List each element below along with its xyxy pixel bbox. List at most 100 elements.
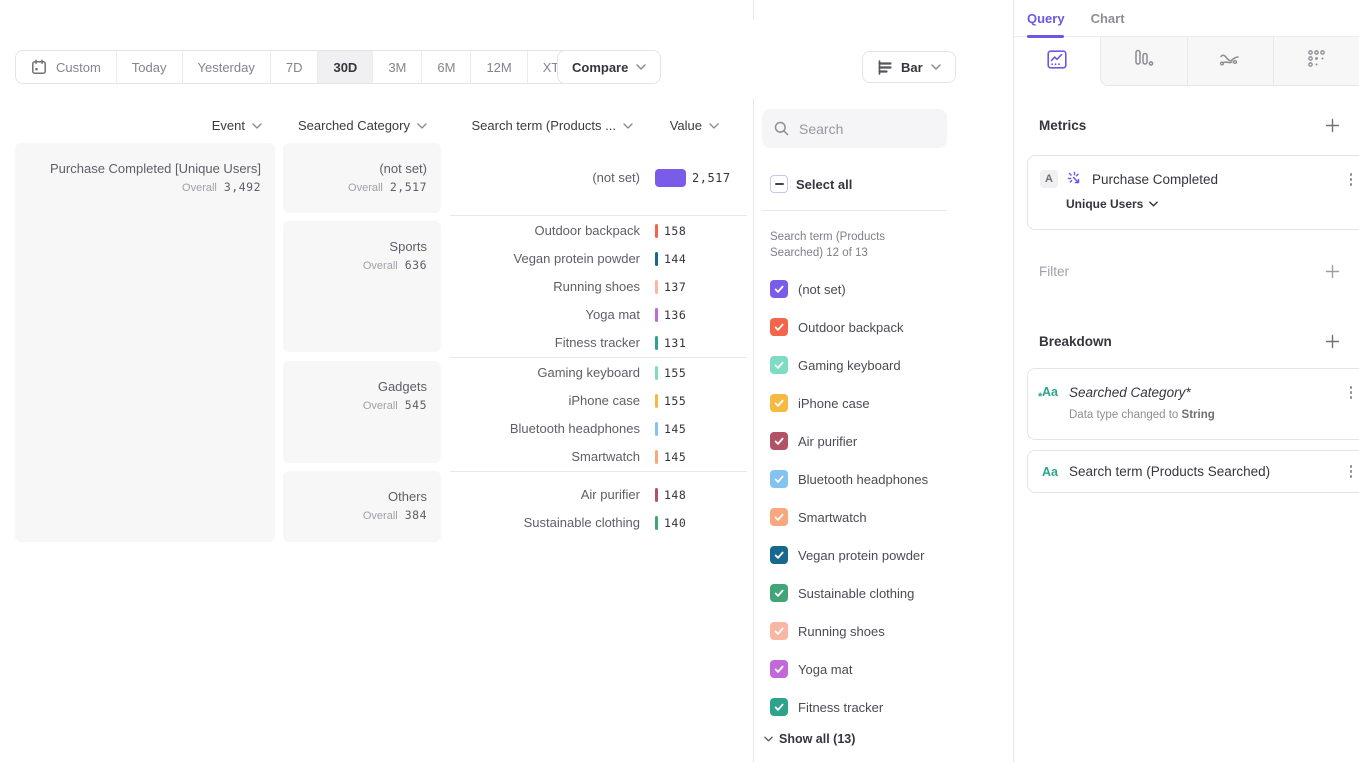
term-row--not-set-[interactable]: (not set)2,517	[450, 164, 747, 192]
tab-chart[interactable]: Chart	[1091, 11, 1125, 26]
legend-checkbox[interactable]	[770, 698, 788, 716]
legend-item-vegan-protein-powder[interactable]: Vegan protein powder	[770, 536, 924, 574]
term-row-iphone-case[interactable]: iPhone case155	[450, 387, 747, 415]
value-bar	[655, 169, 686, 187]
compare-label: Compare	[572, 60, 628, 75]
value-bar	[655, 394, 658, 408]
value-bar	[655, 280, 658, 294]
legend-item-gaming-keyboard[interactable]: Gaming keyboard	[770, 346, 901, 384]
legend-checkbox[interactable]	[770, 508, 788, 526]
compare-button[interactable]: Compare	[557, 50, 661, 84]
category-overall-value: 545	[405, 398, 427, 412]
show-all-button[interactable]: Show all (13)	[764, 732, 855, 746]
date-range-12m[interactable]: 12M	[470, 51, 526, 83]
term-row-running-shoes[interactable]: Running shoes 137	[450, 273, 747, 301]
date-range-3m[interactable]: 3M	[372, 51, 421, 83]
tab-insights[interactable]	[1014, 37, 1100, 86]
term-row-bluetooth-headphones[interactable]: Bluetooth headphones145	[450, 415, 747, 443]
legend-label: Outdoor backpack	[798, 320, 904, 335]
measurement-dropdown[interactable]: Unique Users	[1028, 197, 1359, 211]
term-row-sustainable-clothing[interactable]: Sustainable clothing140	[450, 509, 747, 537]
kebab-menu-icon[interactable]	[1346, 382, 1357, 403]
event-name: Purchase Completed [Unique Users]	[50, 161, 261, 176]
select-all-control[interactable]: Select all	[770, 175, 852, 193]
legend-item-yoga-mat[interactable]: Yoga mat	[770, 650, 852, 688]
category-cell-notset[interactable]: (not set)Overall2,517	[283, 143, 441, 213]
term-label: Running shoes	[450, 279, 640, 294]
value-bar	[655, 224, 658, 238]
legend-item-smartwatch[interactable]: Smartwatch	[770, 498, 867, 536]
add-breakdown-button[interactable]	[1325, 334, 1340, 349]
term-label: Sustainable clothing	[450, 515, 640, 530]
legend-item--not-set-[interactable]: (not set)	[770, 270, 846, 308]
term-row-air-purifier[interactable]: Air purifier148	[450, 481, 747, 509]
breakdown-card-searched-category[interactable]: Aa* Searched Category* Data type changed…	[1027, 368, 1359, 440]
term-row-outdoor-backpack[interactable]: Outdoor backpack158	[450, 217, 747, 245]
date-range-30d[interactable]: 30D	[317, 51, 372, 83]
legend-checkbox[interactable]	[770, 622, 788, 640]
legend-label: iPhone case	[798, 396, 870, 411]
metric-card[interactable]: A Purchase Completed Unique Users	[1027, 155, 1359, 230]
chevron-down-icon	[417, 123, 427, 129]
legend-item-bluetooth-headphones[interactable]: Bluetooth headphones	[770, 460, 928, 498]
term-row-smartwatch[interactable]: Smartwatch145	[450, 443, 747, 471]
category-name: (not set)	[379, 161, 427, 176]
overall-label: Overall	[363, 260, 398, 272]
term-row-yoga-mat[interactable]: Yoga mat136	[450, 301, 747, 329]
term-row-fitness-tracker[interactable]: Fitness tracker131	[450, 329, 747, 357]
tab-retention[interactable]	[1273, 37, 1359, 86]
search-icon	[774, 121, 789, 136]
category-name: Others	[388, 489, 427, 504]
breakdown-card-search-term[interactable]: Aa Search term (Products Searched)	[1027, 450, 1359, 493]
chevron-down-icon	[252, 123, 262, 129]
date-range-yesterday[interactable]: Yesterday	[182, 51, 270, 83]
legend-item-fitness-tracker[interactable]: Fitness tracker	[770, 688, 883, 726]
value-bar	[655, 488, 658, 502]
add-filter-button[interactable]	[1325, 264, 1340, 279]
column-header-search-term[interactable]: Search term (Products ...	[472, 118, 634, 133]
date-range-7d[interactable]: 7D	[270, 51, 318, 83]
legend-checkbox[interactable]	[770, 546, 788, 564]
tab-funnels[interactable]	[1100, 37, 1186, 86]
legend-search-input[interactable]: Search	[762, 109, 947, 148]
event-cell[interactable]: Purchase Completed [Unique Users] Overal…	[15, 143, 275, 542]
legend-checkbox[interactable]	[770, 432, 788, 450]
retention-icon	[1307, 49, 1326, 73]
tab-query[interactable]: Query	[1027, 11, 1065, 26]
date-range-today[interactable]: Today	[116, 51, 182, 83]
legend-checkbox[interactable]	[770, 280, 788, 298]
term-row-vegan-protein-powder[interactable]: Vegan protein powder144	[450, 245, 747, 273]
date-range-6m[interactable]: 6M	[421, 51, 470, 83]
legend-checkbox[interactable]	[770, 394, 788, 412]
date-range-control: CustomTodayYesterday7D30D3M6M12MXTD	[15, 50, 601, 84]
category-cell-others[interactable]: OthersOverall384	[283, 471, 441, 542]
category-cell-sports[interactable]: SportsOverall636	[283, 221, 441, 352]
legend-checkbox[interactable]	[770, 584, 788, 602]
column-header-value[interactable]: Value	[670, 118, 719, 133]
term-row-gaming-keyboard[interactable]: Gaming keyboard155	[450, 359, 747, 387]
legend-item-air-purifier[interactable]: Air purifier	[770, 422, 857, 460]
legend-item-sustainable-clothing[interactable]: Sustainable clothing	[770, 574, 914, 612]
column-header-event[interactable]: Event	[212, 118, 262, 133]
legend-checkbox[interactable]	[770, 660, 788, 678]
legend-item-iphone-case[interactable]: iPhone case	[770, 384, 870, 422]
column-header-searched-category[interactable]: Searched Category	[298, 118, 427, 133]
kebab-menu-icon[interactable]	[1346, 461, 1357, 482]
value-label: 137	[664, 280, 686, 294]
date-range-custom[interactable]: Custom	[16, 51, 116, 83]
kebab-menu-icon[interactable]	[1346, 169, 1357, 190]
term-label: Yoga mat	[450, 307, 640, 322]
legend-item-outdoor-backpack[interactable]: Outdoor backpack	[770, 308, 904, 346]
tab-flows[interactable]	[1187, 37, 1273, 86]
legend-checkbox[interactable]	[770, 318, 788, 336]
legend-checkbox[interactable]	[770, 470, 788, 488]
legend-item-running-shoes[interactable]: Running shoes	[770, 612, 885, 650]
add-metric-button[interactable]	[1325, 118, 1340, 133]
report-type-tabs	[1014, 37, 1359, 86]
term-label: Bluetooth headphones	[450, 421, 640, 436]
overall-label: Overall	[363, 400, 398, 412]
category-cell-gadgets[interactable]: GadgetsOverall545	[283, 361, 441, 463]
funnels-icon	[1134, 49, 1154, 73]
select-all-checkbox[interactable]	[770, 175, 788, 193]
legend-checkbox[interactable]	[770, 356, 788, 374]
